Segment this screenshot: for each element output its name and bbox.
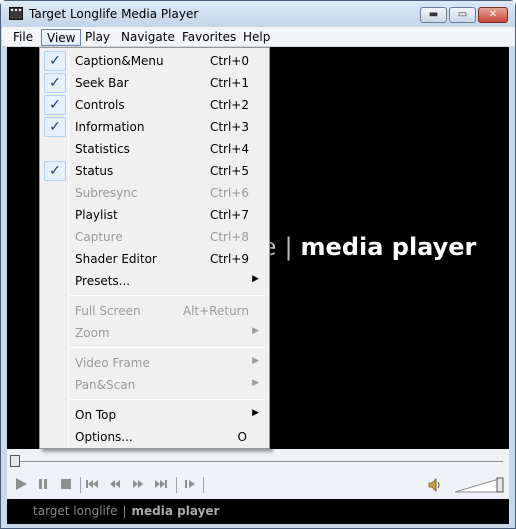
menu-play[interactable]: Play — [80, 29, 115, 46]
play-icon[interactable] — [13, 477, 29, 491]
seek-bar — [7, 449, 509, 471]
submenu-arrow-icon: ▶ — [252, 408, 259, 418]
status-brand-bold: media player — [131, 504, 220, 518]
menu-separator — [70, 295, 265, 296]
brand-bold-text: media player — [300, 233, 477, 261]
menu-item-label: Presets... — [75, 274, 131, 288]
pause-icon[interactable] — [35, 477, 51, 491]
video-brand-logo: le|media player — [255, 233, 476, 261]
seek-thumb[interactable] — [10, 455, 20, 467]
view-menu-item-controls[interactable]: ✓ Controls Ctrl+2 — [42, 94, 267, 116]
menu-item-shortcut: Ctrl+2 — [209, 98, 249, 112]
skip-back-icon[interactable] — [84, 477, 100, 491]
menu-item-label: Shader Editor — [75, 252, 157, 266]
menu-item-shortcut: Ctrl+3 — [209, 120, 249, 134]
view-menu-item-full-screen: Full Screen Alt+Return — [42, 300, 267, 322]
submenu-arrow-icon: ▶ — [252, 326, 259, 336]
menu-item-label: Zoom — [75, 326, 110, 340]
menu-item-label: Information — [75, 120, 145, 134]
menu-item-label: Video Frame — [75, 356, 150, 370]
menu-navigate[interactable]: Navigate — [116, 29, 180, 46]
view-menu-dropdown: ✓ Caption&Menu Ctrl+0 ✓ Seek Bar Ctrl+1 ✓ Contr… — [39, 47, 270, 449]
menu-item-shortcut: Ctrl+9 — [209, 252, 249, 266]
menu-help[interactable]: Help — [238, 29, 275, 46]
status-bar: target longlife | media player — [7, 499, 509, 524]
maximize-button[interactable]: ▭ — [449, 7, 476, 23]
menu-item-shortcut: Ctrl+1 — [209, 76, 249, 90]
clapperboard-icon — [9, 7, 23, 20]
menu-item-shortcut: Ctrl+4 — [209, 142, 249, 156]
menu-favorites[interactable]: Favorites — [177, 29, 241, 46]
stop-icon[interactable] — [58, 477, 74, 491]
controls-divider — [176, 477, 177, 493]
view-menu-item-zoom: Zoom ▶ — [42, 322, 267, 344]
menu-item-label: Options... — [75, 430, 133, 444]
view-menu-item-capture: Capture Ctrl+8 — [42, 226, 267, 248]
menu-item-label: Pan&Scan — [75, 378, 136, 392]
skip-forward-icon[interactable] — [153, 477, 169, 491]
view-menu-item-options[interactable]: Options... O — [42, 426, 267, 448]
menu-item-label: Full Screen — [75, 304, 141, 318]
view-menu-item-information[interactable]: ✓ Information Ctrl+3 — [42, 116, 267, 138]
menu-item-shortcut: Ctrl+6 — [209, 186, 249, 200]
checkmark-icon: ✓ — [44, 73, 66, 93]
menu-item-label: Capture — [75, 230, 123, 244]
submenu-arrow-icon: ▶ — [252, 274, 259, 284]
view-menu-item-playlist[interactable]: Playlist Ctrl+7 — [42, 204, 267, 226]
controls-bar — [7, 471, 509, 499]
checkmark-icon: ✓ — [44, 51, 66, 71]
status-brand-light: target longlife — [33, 504, 118, 518]
submenu-arrow-icon: ▶ — [252, 378, 259, 388]
view-menu-item-video-frame: Video Frame ▶ — [42, 352, 267, 374]
submenu-arrow-icon: ▶ — [252, 356, 259, 366]
controls-divider — [80, 477, 81, 493]
fast-forward-icon[interactable] — [130, 477, 146, 491]
volume-slider[interactable] — [455, 477, 505, 493]
menu-file[interactable]: File — [8, 29, 38, 46]
frame-step-icon[interactable] — [182, 477, 198, 491]
menu-item-shortcut: Alt+Return — [182, 304, 249, 318]
checkmark-icon: ✓ — [44, 95, 66, 115]
window-title: Target Longlife Media Player — [29, 7, 199, 21]
menu-item-shortcut: Ctrl+0 — [209, 54, 249, 68]
view-menu-item-seek-bar[interactable]: ✓ Seek Bar Ctrl+1 — [42, 72, 267, 94]
menu-item-shortcut: Ctrl+5 — [209, 164, 249, 178]
menu-item-label: Subresync — [75, 186, 138, 200]
menu-item-label: Caption&Menu — [75, 54, 164, 68]
view-menu-item-status[interactable]: ✓ Status Ctrl+5 — [42, 160, 267, 182]
minimize-button[interactable]: ▬ — [420, 7, 447, 23]
status-brand: target longlife | media player — [33, 504, 219, 518]
seek-track[interactable] — [15, 461, 503, 463]
close-button[interactable]: ✕ — [478, 7, 508, 23]
view-menu-item-caption-menu[interactable]: ✓ Caption&Menu Ctrl+0 — [42, 50, 267, 72]
menu-separator — [70, 347, 265, 348]
menu-item-label: Controls — [75, 98, 125, 112]
view-menu-item-presets[interactable]: Presets... ▶ — [42, 270, 267, 292]
rewind-icon[interactable] — [107, 477, 123, 491]
menu-item-label: Seek Bar — [75, 76, 129, 90]
menu-item-label: Playlist — [75, 208, 118, 222]
menu-item-label: Status — [75, 164, 114, 178]
app-window: Target Longlife Media Player ▬ ▭ ✕ File … — [0, 0, 516, 529]
title-bar[interactable]: Target Longlife Media Player ▬ ▭ ✕ — [1, 1, 515, 27]
menu-item-shortcut: Ctrl+7 — [209, 208, 249, 222]
volume-icon[interactable] — [427, 477, 443, 493]
view-menu-item-shader-editor[interactable]: Shader Editor Ctrl+9 — [42, 248, 267, 270]
menu-item-shortcut: Ctrl+8 — [209, 230, 249, 244]
status-separator: | — [122, 504, 127, 518]
checkmark-icon: ✓ — [44, 117, 66, 137]
view-menu-item-pan-scan: Pan&Scan ▶ — [42, 374, 267, 396]
view-menu-item-on-top[interactable]: On Top ▶ — [42, 404, 267, 426]
menu-item-label: On Top — [75, 408, 117, 422]
menu-bar: File View Play Navigate Favorites Help — [2, 27, 515, 47]
view-menu-item-statistics[interactable]: Statistics Ctrl+4 — [42, 138, 267, 160]
menu-separator — [70, 399, 265, 400]
menu-item-label: Statistics — [75, 142, 130, 156]
controls-divider — [203, 477, 204, 493]
view-menu-item-subresync: Subresync Ctrl+6 — [42, 182, 267, 204]
menu-item-shortcut: O — [237, 430, 247, 444]
menu-view[interactable]: View — [41, 29, 82, 46]
checkmark-icon: ✓ — [44, 161, 66, 181]
brand-separator: | — [284, 233, 293, 261]
